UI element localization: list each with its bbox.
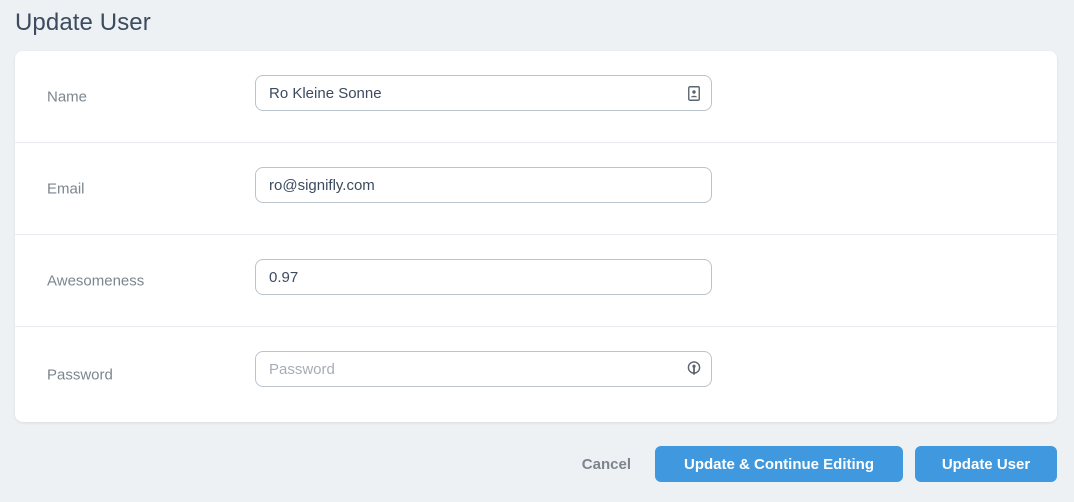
password-label: Password	[47, 366, 113, 383]
form-row-password: Password	[15, 327, 1057, 422]
cancel-button[interactable]: Cancel	[582, 456, 631, 473]
name-input[interactable]	[256, 76, 669, 110]
form-row-name: Name	[15, 51, 1057, 143]
user-form-card: Name Email Awesomeness Password	[15, 51, 1057, 422]
form-actions: Cancel Update & Continue Editing Update …	[582, 446, 1057, 482]
email-field[interactable]	[255, 167, 712, 203]
update-user-button[interactable]: Update User	[915, 446, 1057, 482]
password-input[interactable]	[256, 352, 669, 386]
awesomeness-label: Awesomeness	[47, 272, 145, 289]
password-field[interactable]	[255, 351, 712, 387]
form-row-email: Email	[15, 143, 1057, 235]
contact-card-icon[interactable]	[687, 85, 701, 101]
update-continue-editing-button[interactable]: Update & Continue Editing	[655, 446, 903, 482]
name-field[interactable]	[255, 75, 712, 111]
page-title: Update User	[15, 9, 151, 36]
awesomeness-input[interactable]	[256, 260, 669, 294]
email-input[interactable]	[256, 168, 669, 202]
form-row-awesomeness: Awesomeness	[15, 235, 1057, 327]
email-label: Email	[47, 180, 85, 197]
key-icon[interactable]	[687, 361, 701, 377]
name-label: Name	[47, 88, 88, 105]
awesomeness-field[interactable]	[255, 259, 712, 295]
